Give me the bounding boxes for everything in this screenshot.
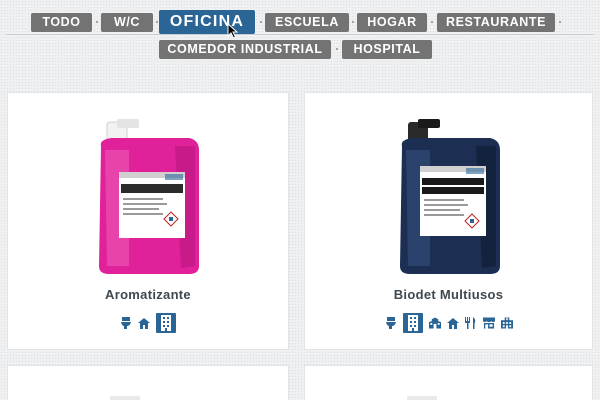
biodet-multiusos-bottle-image <box>400 119 500 274</box>
filter-hogar-button[interactable]: HOGAR <box>357 13 427 32</box>
product-title[interactable]: Biodet Multiusos <box>305 287 592 302</box>
house-icon <box>446 317 459 329</box>
restaurant-icon <box>465 317 477 329</box>
filter-separator <box>431 21 433 23</box>
product-title[interactable]: Aromatizante <box>8 287 288 302</box>
product-category-icons <box>8 313 288 333</box>
toilet-icon <box>120 317 132 329</box>
product-card-aromatizante[interactable]: Aromatizante <box>7 92 289 350</box>
toilet-icon <box>385 317 397 329</box>
bottle-cap-image <box>110 396 140 400</box>
school-icon <box>428 317 441 329</box>
filter-separator <box>336 48 338 50</box>
product-category-icons <box>305 313 592 333</box>
filter-separator <box>96 21 98 23</box>
filter-separator <box>559 21 561 23</box>
storefront-icon <box>482 317 495 329</box>
aromatizante-bottle-image <box>99 119 199 274</box>
bottle-cap-image <box>407 396 437 400</box>
hospital-icon <box>500 317 513 329</box>
filter-comedor-industrial-button[interactable]: COMEDOR INDUSTRIAL <box>159 40 331 59</box>
office-building-icon <box>402 313 423 333</box>
filter-restaurante-button[interactable]: RESTAURANTE <box>437 13 555 32</box>
category-filter-bar: TODO W/C OFICINA ESCUELA HOGAR RESTAURAN… <box>0 0 600 80</box>
office-building-icon <box>156 313 176 333</box>
filter-wc-button[interactable]: W/C <box>101 13 153 32</box>
product-card-biodet-multiusos[interactable]: Biodet Multiusos <box>304 92 593 350</box>
filter-oficina-button[interactable]: OFICINA <box>159 10 255 34</box>
filter-separator <box>156 21 158 23</box>
filter-escuela-button[interactable]: ESCUELA <box>265 13 349 32</box>
product-card-partial[interactable] <box>7 365 289 400</box>
filter-separator <box>260 21 262 23</box>
filter-separator <box>352 21 354 23</box>
house-icon <box>138 317 150 329</box>
mouse-pointer-icon <box>227 23 239 39</box>
filter-divider-line <box>6 34 594 35</box>
filter-todo-button[interactable]: TODO <box>31 13 92 32</box>
filter-hospital-button[interactable]: HOSPITAL <box>342 40 432 59</box>
product-card-partial[interactable] <box>304 365 593 400</box>
